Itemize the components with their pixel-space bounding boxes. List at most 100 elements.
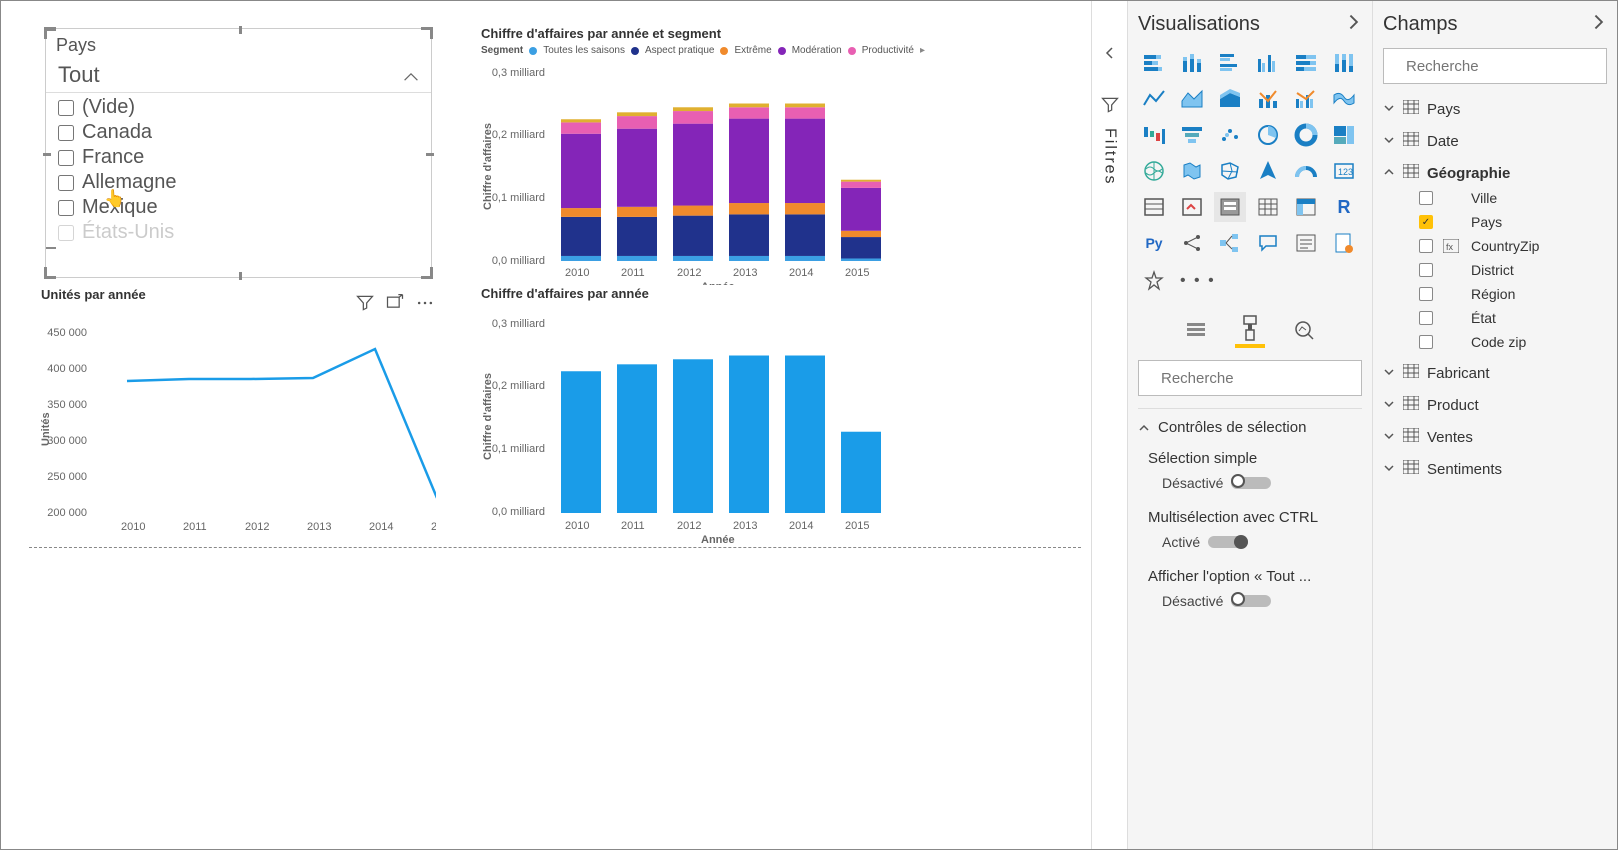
viz-waterfall-icon[interactable] — [1138, 120, 1170, 150]
table-icon — [1403, 428, 1419, 446]
table-header[interactable]: Géographie — [1383, 160, 1607, 186]
viz-scatter-icon[interactable] — [1214, 120, 1246, 150]
viz-get-more-icon[interactable] — [1138, 266, 1170, 296]
slicer-dropdown-header[interactable]: Tout — [46, 58, 431, 93]
tool-tabs — [1138, 312, 1362, 348]
viz-smart-narrative-icon[interactable] — [1290, 228, 1322, 258]
fields-search-box[interactable] — [1383, 48, 1607, 84]
viz-slicer-icon[interactable] — [1214, 192, 1246, 222]
table-field[interactable]: Ville — [1383, 186, 1607, 210]
more-options-icon[interactable]: • • • — [1180, 272, 1216, 290]
slicer-pays-visual[interactable]: Pays Tout (Vide) Canada France Allemagne… — [45, 28, 432, 278]
svg-text:2012: 2012 — [245, 521, 269, 533]
viz-stacked-column-icon[interactable] — [1176, 48, 1208, 78]
viz-r-script-icon[interactable]: R — [1328, 192, 1360, 222]
viz-stacked-area-icon[interactable] — [1214, 84, 1246, 114]
slicer-checkbox[interactable] — [58, 125, 74, 141]
viz-card-icon[interactable]: 123 — [1328, 156, 1360, 186]
report-canvas[interactable]: Pays Tout (Vide) Canada France Allemagne… — [1, 1, 1091, 849]
field-checkbox[interactable] — [1419, 191, 1433, 205]
chevron-right-icon[interactable] — [1589, 13, 1607, 36]
slicer-checkbox[interactable] — [58, 150, 74, 166]
fields-tab[interactable] — [1181, 312, 1211, 348]
viz-funnel-icon[interactable] — [1176, 120, 1208, 150]
table-field[interactable]: Code zip — [1383, 330, 1607, 354]
svg-text:2013: 2013 — [307, 521, 331, 533]
line-chart-unites[interactable]: Unités par année 200 000 250 000 300 000… — [41, 287, 441, 542]
viz-clustered-bar-icon[interactable] — [1214, 48, 1246, 78]
filter-icon[interactable] — [355, 293, 375, 318]
viz-area-icon[interactable] — [1176, 84, 1208, 114]
svg-text:2015: 2015 — [431, 521, 436, 533]
viz-search-box[interactable] — [1138, 360, 1362, 396]
slicer-checkbox[interactable] — [58, 200, 74, 216]
viz-stacked-bar-icon[interactable] — [1138, 48, 1170, 78]
table-header[interactable]: Date — [1383, 128, 1607, 154]
field-checkbox[interactable] — [1419, 239, 1433, 253]
viz-matrix-icon[interactable] — [1290, 192, 1322, 222]
svg-text:2013: 2013 — [733, 267, 757, 279]
fields-search-input[interactable] — [1406, 58, 1605, 75]
viz-gauge-icon[interactable] — [1290, 156, 1322, 186]
table-header[interactable]: Fabricant — [1383, 360, 1607, 386]
field-checkbox[interactable] — [1419, 335, 1433, 349]
table-header[interactable]: Ventes — [1383, 424, 1607, 450]
field-checkbox[interactable] — [1419, 311, 1433, 325]
field-checkbox[interactable] — [1419, 263, 1433, 277]
viz-clustered-column-icon[interactable] — [1252, 48, 1284, 78]
viz-map-icon[interactable] — [1138, 156, 1170, 186]
more-options-icon[interactable] — [415, 293, 435, 318]
table-header[interactable]: Sentiments — [1383, 456, 1607, 482]
field-checkbox[interactable] — [1419, 215, 1433, 229]
filters-pane-collapsed[interactable]: Filtres — [1091, 1, 1127, 849]
viz-line-stacked-column-icon[interactable] — [1252, 84, 1284, 114]
table-field[interactable]: Région — [1383, 282, 1607, 306]
table-field[interactable]: Pays — [1383, 210, 1607, 234]
viz-line-icon[interactable] — [1138, 84, 1170, 114]
viz-pie-icon[interactable] — [1252, 120, 1284, 150]
viz-python-icon[interactable]: Py — [1138, 228, 1170, 258]
analytics-tab[interactable] — [1289, 312, 1319, 348]
focus-mode-icon[interactable] — [385, 293, 405, 318]
chevron-right-icon[interactable] — [1344, 13, 1362, 36]
viz-azure-map-icon[interactable] — [1252, 156, 1284, 186]
section-header[interactable]: Contrôles de sélection — [1138, 419, 1362, 436]
toggle-multiselect-ctrl[interactable]: Activé — [1162, 534, 1358, 550]
viz-search-input[interactable] — [1161, 370, 1360, 387]
slicer-checkbox[interactable] — [58, 175, 74, 191]
viz-paginated-report-icon[interactable] — [1328, 228, 1360, 258]
table-field[interactable]: District — [1383, 258, 1607, 282]
viz-qa-icon[interactable] — [1252, 228, 1284, 258]
bar-chart-ca-annee[interactable]: Chiffre d'affaires par année 0,0 milliar… — [481, 286, 931, 546]
toggle-selection-simple[interactable]: Désactivé — [1162, 475, 1358, 491]
field-checkbox[interactable] — [1419, 287, 1433, 301]
toggle-show-all-option[interactable]: Désactivé — [1162, 593, 1358, 609]
slicer-option[interactable]: France — [46, 145, 431, 170]
viz-ribbon-icon[interactable] — [1328, 84, 1360, 114]
table-field[interactable]: État — [1383, 306, 1607, 330]
viz-treemap-icon[interactable] — [1328, 120, 1360, 150]
slicer-option[interactable]: États-Unis — [46, 220, 431, 245]
table-field[interactable]: fxCountryZip — [1383, 234, 1607, 258]
viz-filled-map-icon[interactable] — [1176, 156, 1208, 186]
viz-shape-map-icon[interactable] — [1214, 156, 1246, 186]
chevron-left-icon[interactable] — [1092, 46, 1127, 65]
viz-line-clustered-column-icon[interactable] — [1290, 84, 1322, 114]
viz-key-influencers-icon[interactable] — [1176, 228, 1208, 258]
viz-multi-row-card-icon[interactable] — [1138, 192, 1170, 222]
viz-donut-icon[interactable] — [1290, 120, 1322, 150]
slicer-checkbox[interactable] — [58, 100, 74, 116]
viz-kpi-icon[interactable] — [1176, 192, 1208, 222]
viz-table-icon[interactable] — [1252, 192, 1284, 222]
chevron-up-icon — [1138, 422, 1150, 434]
slicer-option[interactable]: (Vide) — [46, 95, 431, 120]
format-tab[interactable] — [1235, 312, 1265, 348]
viz-100-stacked-column-icon[interactable] — [1328, 48, 1360, 78]
viz-decomposition-tree-icon[interactable] — [1214, 228, 1246, 258]
viz-100-stacked-bar-icon[interactable] — [1290, 48, 1322, 78]
slicer-option[interactable]: Canada — [46, 120, 431, 145]
table-header[interactable]: Product — [1383, 392, 1607, 418]
stacked-bar-chart-ca-segment[interactable]: Chiffre d'affaires par année et segment … — [481, 26, 931, 286]
table-header[interactable]: Pays — [1383, 96, 1607, 122]
slicer-checkbox[interactable] — [58, 225, 74, 241]
